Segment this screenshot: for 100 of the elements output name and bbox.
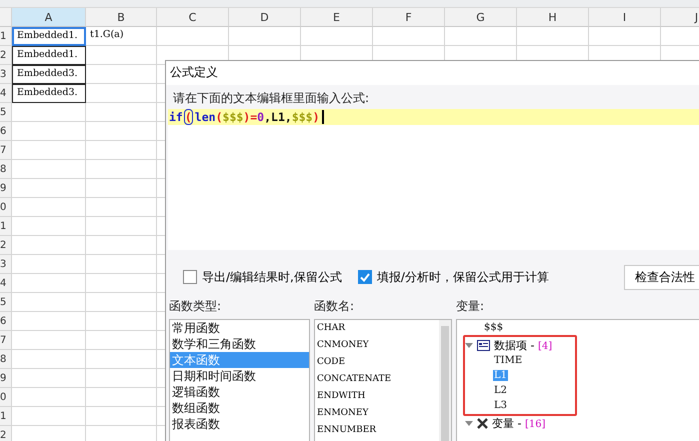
list-item[interactable]: 常用函数 — [170, 320, 309, 336]
column-header[interactable]: D — [229, 8, 301, 27]
list-item[interactable]: 日期和时间函数 — [170, 368, 309, 384]
dialog-title: 公式定义 — [166, 61, 699, 85]
empty-cell[interactable] — [86, 312, 157, 331]
prompt-text: 请在下面的文本编辑框里面输入公式: — [172, 90, 370, 107]
column-header[interactable]: F — [373, 8, 445, 27]
tree-item[interactable]: TIME — [493, 355, 524, 366]
row-header[interactable]: 4 — [0, 274, 12, 293]
row-header[interactable]: 0 — [0, 198, 12, 217]
row-header[interactable]: 1 — [0, 217, 12, 236]
row-header[interactable]: 7 — [0, 141, 12, 160]
row-header[interactable]: 0 — [0, 388, 12, 407]
empty-cell[interactable] — [301, 27, 373, 46]
row-header[interactable]: 8 — [0, 350, 12, 369]
list-item[interactable]: ENMONEY — [315, 405, 438, 422]
empty-cell[interactable] — [86, 141, 157, 160]
check-validity-button[interactable]: 检查合法性 — [624, 264, 699, 290]
list-item[interactable]: CONCATENATE — [315, 371, 438, 388]
empty-cell[interactable] — [86, 46, 157, 65]
empty-cell[interactable] — [157, 27, 229, 46]
empty-cell[interactable] — [86, 160, 157, 179]
empty-cell[interactable] — [86, 293, 157, 312]
option-checkbox[interactable]: 填报/分析时，保留公式用于计算 — [358, 268, 549, 286]
column-header[interactable]: A — [12, 8, 86, 27]
list-item[interactable]: 数组函数 — [170, 400, 309, 416]
text-cursor — [322, 110, 324, 124]
sheet-corner[interactable] — [0, 8, 12, 27]
list-item[interactable]: CHAR — [315, 320, 438, 337]
list-item[interactable]: CNMONEY — [315, 337, 438, 354]
panel-label: 函数类型: — [169, 298, 222, 315]
column-header[interactable]: H — [517, 8, 589, 27]
tree-item[interactable]: L3 — [493, 400, 508, 411]
row-header[interactable]: 4 — [0, 84, 12, 103]
column-header[interactable]: C — [157, 8, 229, 27]
list-item[interactable]: ENDWITH — [315, 388, 438, 405]
table-cell[interactable]: t1.G(a) — [86, 27, 157, 46]
row-header[interactable]: 1 — [0, 407, 12, 426]
row-header[interactable]: 6 — [0, 312, 12, 331]
panel-label: 变量: — [456, 298, 486, 315]
empty-cell[interactable] — [229, 27, 301, 46]
column-header[interactable]: G — [445, 8, 517, 27]
checkmark-icon — [360, 272, 370, 282]
empty-cell[interactable] — [517, 27, 589, 46]
column-header[interactable]: B — [86, 8, 157, 27]
empty-cell[interactable] — [86, 65, 157, 84]
table-cell[interactable]: Embedded3. — [12, 65, 86, 84]
row-header[interactable]: 9 — [0, 369, 12, 388]
empty-cell[interactable] — [86, 350, 157, 369]
empty-cell[interactable] — [86, 179, 157, 198]
row-header[interactable]: 2 — [0, 46, 12, 65]
table-cell[interactable]: Embedded3. — [12, 84, 86, 103]
empty-cell[interactable] — [86, 122, 157, 141]
tree-item[interactable]: $$$ — [483, 322, 504, 333]
row-header[interactable]: 2 — [0, 426, 12, 441]
row-header[interactable]: 5 — [0, 103, 12, 122]
empty-cell[interactable] — [373, 27, 445, 46]
empty-cell[interactable] — [86, 255, 157, 274]
tree-group-label[interactable]: 变量 - [16] — [492, 416, 546, 431]
empty-cell[interactable] — [86, 331, 157, 350]
table-cell[interactable]: Embedded1. — [12, 27, 86, 46]
row-header[interactable]: 6 — [0, 122, 12, 141]
empty-cell[interactable] — [86, 217, 157, 236]
scrollbar[interactable] — [439, 320, 451, 441]
row-header[interactable]: 1 — [0, 27, 12, 46]
formula-text: if ( len($$$)=0,L1,$$$) — [168, 108, 699, 125]
column-header[interactable]: E — [301, 8, 373, 27]
row-header[interactable]: 2 — [0, 236, 12, 255]
row-header[interactable]: 3 — [0, 65, 12, 84]
list-item[interactable]: CODE — [315, 354, 438, 371]
expand-toggle-icon[interactable] — [465, 420, 473, 426]
empty-cell[interactable] — [86, 236, 157, 255]
scrollbar-thumb[interactable] — [441, 326, 449, 441]
row-header[interactable]: 7 — [0, 331, 12, 350]
empty-cell[interactable] — [86, 388, 157, 407]
expand-toggle-icon[interactable] — [465, 342, 473, 348]
column-header[interactable]: I — [589, 8, 661, 27]
empty-cell[interactable] — [86, 407, 157, 426]
option-checkbox[interactable]: 导出/编辑结果时,保留公式 — [183, 268, 342, 286]
panel-label: 函数名: — [314, 298, 356, 315]
list-item[interactable]: 逻辑函数 — [170, 384, 309, 400]
row-header[interactable]: 5 — [0, 293, 12, 312]
empty-cell[interactable] — [589, 27, 661, 46]
empty-cell[interactable] — [86, 103, 157, 122]
row-header[interactable]: 9 — [0, 179, 12, 198]
empty-cell[interactable] — [445, 27, 517, 46]
empty-cell[interactable] — [86, 198, 157, 217]
empty-cell[interactable] — [86, 84, 157, 103]
formula-editor[interactable]: if ( len($$$)=0,L1,$$$) — [168, 108, 699, 250]
list-item[interactable]: ENNUMBER — [315, 422, 438, 439]
row-header[interactable]: 3 — [0, 255, 12, 274]
tree-item[interactable]: L2 — [493, 385, 508, 396]
list-item[interactable]: 报表函数 — [170, 416, 309, 432]
tree-group-label[interactable]: 数据项 - [4] — [494, 338, 552, 353]
empty-cell[interactable] — [86, 274, 157, 293]
column-header[interactable]: J — [661, 8, 699, 27]
table-cell[interactable]: Embedded1. — [12, 46, 86, 65]
list-item[interactable]: 数学和三角函数 — [170, 336, 309, 352]
row-header[interactable]: 8 — [0, 160, 12, 179]
empty-cell[interactable] — [86, 369, 157, 388]
